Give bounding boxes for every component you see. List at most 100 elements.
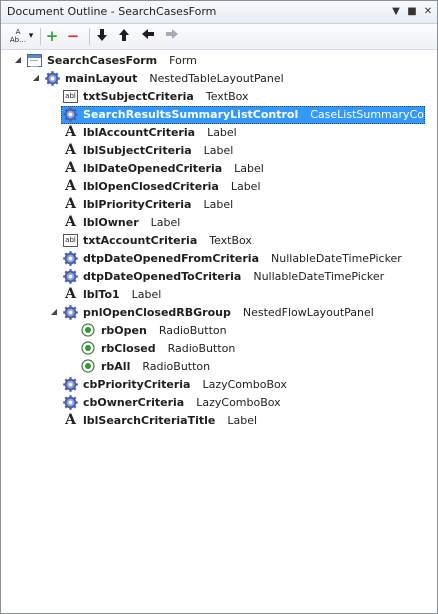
- arrow-right-icon: [166, 29, 178, 39]
- node-type: RadioButton: [158, 324, 227, 337]
- textbox-icon: abl: [63, 234, 78, 247]
- radio-icon: [81, 341, 96, 356]
- tree-node[interactable]: ◢ pnlOpenClosedRBGroup NestedFlowLayoutPan…: [1, 304, 437, 322]
- tree-node[interactable]: AlblOwner Label: [1, 214, 437, 232]
- gear-icon: [45, 71, 60, 86]
- move-in-icon[interactable]: [165, 28, 179, 44]
- arrow-up-icon: [119, 29, 129, 41]
- node-name: SearchCasesForm: [47, 54, 158, 67]
- move-up-icon[interactable]: [117, 28, 131, 44]
- gear-icon: [63, 251, 78, 266]
- node-name: dtpDateOpenedToCriteria: [83, 270, 242, 283]
- label-icon: A: [65, 142, 76, 158]
- tree-node[interactable]: AlblAccountCriteria Label: [1, 124, 437, 142]
- tree-node[interactable]: abl txtAccountCriteria TextBox: [1, 232, 437, 250]
- label-icon: A: [65, 412, 76, 428]
- node-type: Label: [207, 126, 237, 139]
- move-down-icon[interactable]: [95, 28, 109, 44]
- tree-node[interactable]: AlblSearchCriteriaTitle Label: [1, 412, 437, 430]
- title-bar[interactable]: Document Outline - SearchCasesForm ▼ ■ ✕: [1, 1, 437, 24]
- node-type: Label: [227, 414, 258, 427]
- node-type: Label: [230, 180, 261, 193]
- gear-icon: [63, 395, 78, 410]
- node-type: TextBox: [209, 234, 252, 247]
- node-type: NestedTableLayoutPanel: [149, 72, 284, 85]
- tree-node[interactable]: ◢ SearchCasesForm Form: [1, 52, 437, 70]
- add-icon[interactable]: +: [45, 28, 59, 44]
- tree-node[interactable]: cbPriorityCriteria LazyComboBox: [1, 376, 437, 394]
- tree-node[interactable]: dtpDateOpenedFromCriteria NullableDateTim…: [1, 250, 437, 268]
- label-icon: A: [65, 178, 76, 194]
- node-name: lblTo1: [83, 288, 120, 301]
- node-name: cbPriorityCriteria: [83, 378, 191, 391]
- node-name: lblDateOpenedCriteria: [83, 162, 223, 175]
- tree-node[interactable]: rbAll RadioButton: [1, 358, 437, 376]
- radio-icon: [81, 323, 96, 338]
- node-name: dtpDateOpenedFromCriteria: [83, 252, 259, 265]
- node-type: RadioButton: [142, 360, 211, 373]
- textbox-icon: abl: [63, 90, 78, 103]
- tree-node[interactable]: AlblPriorityCriteria Label: [1, 196, 437, 214]
- tree-node[interactable]: AlblOpenClosedCriteria Label: [1, 178, 437, 196]
- expand-collapse-icon[interactable]: ◢: [31, 73, 41, 83]
- tree-node[interactable]: abl txtSubjectCriteria TextBox: [1, 88, 437, 106]
- arrow-left-icon: [142, 29, 154, 39]
- gear-icon: [63, 305, 78, 320]
- tree-node[interactable]: dtpDateOpenedToCriteria NullableDateTimeP…: [1, 268, 437, 286]
- sort-dropdown-icon[interactable]: ▾: [27, 28, 35, 44]
- move-out-icon[interactable]: [141, 28, 155, 44]
- expand-collapse-icon[interactable]: ◢: [49, 307, 59, 317]
- sort-icon-bottom: Ab…: [9, 36, 27, 44]
- tree-node[interactable]: SearchResultsSummaryListControl CaseListS…: [1, 106, 437, 124]
- node-type: LazyComboBox: [196, 396, 281, 409]
- node-type: NestedFlowLayoutPanel: [242, 306, 374, 319]
- sort-by-name-button[interactable]: A Ab…: [7, 28, 29, 44]
- outline-tree[interactable]: ◢ SearchCasesForm Form ◢ mainLayout NestedTab…: [1, 50, 437, 613]
- arrow-down-icon: [97, 29, 107, 41]
- toolbar-separator: [89, 28, 90, 45]
- node-name: mainLayout: [65, 72, 138, 85]
- node-type: TextBox: [205, 90, 249, 103]
- node-type: Label: [203, 144, 234, 157]
- tree-node[interactable]: AlblDateOpenedCriteria Label: [1, 160, 437, 178]
- close-icon[interactable]: ✕: [421, 5, 435, 19]
- tree-node[interactable]: ◢ mainLayout NestedTableLayoutPanel: [1, 70, 437, 88]
- node-type: RadioButton: [167, 342, 236, 355]
- node-name: SearchResultsSummaryListControl: [83, 108, 299, 121]
- node-name: txtAccountCriteria: [83, 234, 198, 247]
- tree-node[interactable]: cbOwnerCriteria LazyComboBox: [1, 394, 437, 412]
- tree-node[interactable]: AlblTo1 Label: [1, 286, 437, 304]
- node-name: rbAll: [101, 360, 131, 373]
- label-icon: A: [65, 160, 76, 176]
- node-type: Label: [150, 216, 181, 229]
- tree-node[interactable]: rbClosed RadioButton: [1, 340, 437, 358]
- gear-icon: [63, 377, 78, 392]
- sort-icon-top: A: [15, 28, 21, 36]
- radio-icon: [81, 359, 96, 374]
- node-type: Label: [131, 288, 162, 301]
- toolbar: A Ab… ▾ + −: [1, 24, 437, 50]
- window-position-dropdown-icon[interactable]: ▼: [389, 5, 403, 19]
- label-icon: A: [65, 214, 76, 230]
- gear-icon: [63, 269, 78, 284]
- maximize-icon[interactable]: ■: [405, 5, 419, 19]
- node-type: Label: [203, 198, 234, 211]
- window-title: Document Outline - SearchCasesForm: [7, 5, 217, 18]
- node-type: Label: [234, 162, 264, 175]
- node-name: cbOwnerCriteria: [83, 396, 185, 409]
- node-name: lblOpenClosedCriteria: [83, 180, 219, 193]
- node-name: txtSubjectCriteria: [83, 90, 194, 103]
- remove-icon[interactable]: −: [66, 28, 80, 44]
- label-icon: A: [65, 286, 76, 302]
- node-name: rbOpen: [101, 324, 147, 337]
- node-type: LazyComboBox: [202, 378, 287, 391]
- node-name: lblSubjectCriteria: [83, 144, 192, 157]
- expand-collapse-icon[interactable]: ◢: [13, 55, 23, 65]
- node-name: lblSearchCriteriaTitle: [83, 414, 216, 427]
- tree-node[interactable]: AlblSubjectCriteria Label: [1, 142, 437, 160]
- node-name: lblOwner: [83, 216, 139, 229]
- form-icon: [27, 54, 42, 67]
- node-name: rbClosed: [101, 342, 156, 355]
- tree-node[interactable]: rbOpen RadioButton: [1, 322, 437, 340]
- node-name: lblAccountCriteria: [83, 126, 196, 139]
